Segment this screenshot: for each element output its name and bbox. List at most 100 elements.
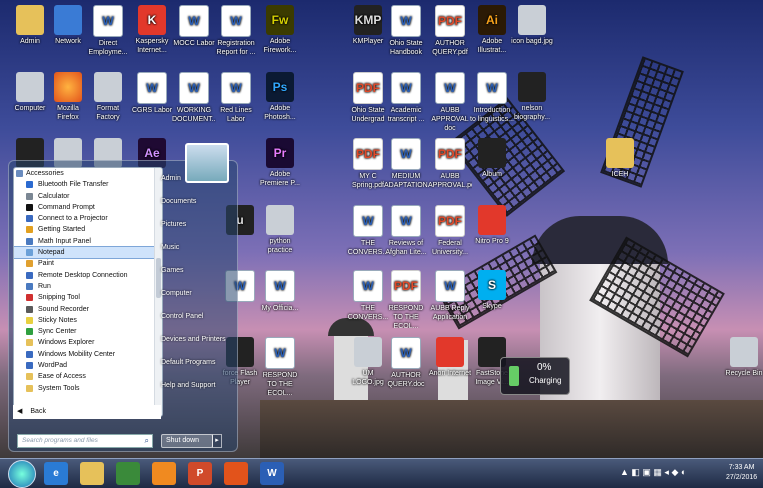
desktop-icon-kaspersky[interactable]: K Kaspersky Internet... bbox=[130, 5, 174, 63]
program-item[interactable]: Sticky Notes bbox=[14, 315, 162, 326]
desktop-icon-respond[interactable]: PDF RESPOND TO THE ECOL... bbox=[384, 270, 428, 328]
start-right-item[interactable]: Music bbox=[161, 236, 233, 259]
shutdown-button[interactable]: Shut down ▸ bbox=[161, 434, 222, 448]
program-item[interactable]: Getting Started bbox=[14, 224, 162, 235]
clock[interactable]: 7:33 AM 27/2/2016 bbox=[726, 463, 757, 483]
start-right-item[interactable]: Documents bbox=[161, 190, 233, 213]
program-item[interactable]: Paint bbox=[14, 258, 162, 269]
program-icon bbox=[26, 384, 33, 392]
desktop-icon-respond2[interactable]: W RESPOND TO THE ECOL... bbox=[258, 337, 302, 395]
program-icon bbox=[26, 294, 33, 302]
start-right-item[interactable]: Default Programs bbox=[161, 351, 233, 374]
charging-label: Charging bbox=[529, 376, 562, 385]
program-item[interactable]: Bluetooth File Transfer bbox=[14, 179, 162, 190]
program-item[interactable]: Snipping Tool bbox=[14, 292, 162, 303]
back-button[interactable]: ◀ Back bbox=[13, 405, 161, 419]
desktop-icon-photoshop[interactable]: Ps Adobe Photosh... bbox=[258, 72, 302, 130]
desktop-icon-nitro[interactable]: Nitro Pro 9 bbox=[470, 205, 514, 263]
program-item[interactable]: Math Input Panel bbox=[14, 236, 162, 247]
taskbar-word-button[interactable]: W bbox=[260, 462, 284, 485]
search-programs-input[interactable]: Search programs and files ⌕ bbox=[17, 434, 153, 448]
desktop-icon-label: AUBB APPROVAL.pdf bbox=[428, 173, 472, 189]
desktop-icon-illustrator[interactable]: Ai Adobe Illustrat... bbox=[470, 5, 514, 63]
desktop-icon-ohiostate[interactable]: W Ohio State Handbook bbox=[384, 5, 428, 63]
program-item[interactable]: Command Prompt bbox=[14, 202, 162, 213]
start-right-item[interactable]: Pictures bbox=[161, 213, 233, 236]
desktop-icon-python[interactable]: python practice bbox=[258, 205, 302, 263]
aubb-icon: W bbox=[435, 72, 465, 104]
program-label: Math Input Panel bbox=[38, 237, 91, 245]
bagdjpg-icon bbox=[518, 5, 546, 35]
desktop-icon-iceh[interactable]: ICEH bbox=[598, 138, 642, 196]
program-item[interactable]: Sync Center bbox=[14, 326, 162, 337]
shutdown-options-arrow-icon[interactable]: ▸ bbox=[212, 434, 222, 448]
desktop-icon-album[interactable]: Album bbox=[470, 138, 514, 196]
desktop-icon-bagdjpg[interactable]: icon bagd.jpg bbox=[510, 5, 554, 63]
desktop-icon-label: Format Factory bbox=[96, 105, 120, 121]
desktop-icon-anonwhat[interactable]: Anon Internet bbox=[428, 337, 472, 395]
taskbar-powerpoint-button[interactable]: P bbox=[188, 462, 212, 485]
program-item[interactable]: Windows Mobility Center bbox=[14, 349, 162, 360]
program-item[interactable]: Notepad bbox=[14, 246, 162, 260]
start-right-item[interactable]: Control Panel bbox=[161, 305, 233, 328]
desktop-icon-author2[interactable]: W AUTHOR QUERY.doc bbox=[384, 337, 428, 395]
system-tray[interactable]: ▲ ◧ ▣ ▦ ◂ ◆ ◐ bbox=[620, 467, 686, 478]
program-item[interactable]: Windows Explorer bbox=[14, 337, 162, 348]
start-right-item[interactable]: Admin bbox=[161, 167, 233, 190]
desktop-icon-introduction[interactable]: W Introduction to linguistics... bbox=[470, 72, 514, 130]
desktop-icon-premiere[interactable]: Pr Adobe Premiere P... bbox=[258, 138, 302, 196]
umlogo-icon bbox=[354, 337, 382, 367]
desktop-icon-author[interactable]: PDF AUTHOR QUERY.pdf bbox=[428, 5, 472, 63]
program-item[interactable]: Ease of Access bbox=[14, 371, 162, 382]
taskbar-firefox-button[interactable] bbox=[224, 462, 248, 485]
desktop-icon-firefox[interactable]: Mozilla Firefox bbox=[46, 72, 90, 130]
program-item[interactable]: System Tools bbox=[14, 383, 162, 394]
start-right-item[interactable]: Computer bbox=[161, 282, 233, 305]
desktop-icon-registration[interactable]: W Registration Report for ... bbox=[214, 5, 258, 63]
start-button[interactable] bbox=[8, 460, 36, 488]
start-right-item[interactable]: Help and Support bbox=[161, 374, 233, 397]
desktop-icon-network[interactable]: Network bbox=[46, 5, 90, 63]
program-item[interactable]: WordPad bbox=[14, 360, 162, 371]
program-item[interactable]: Calculator bbox=[14, 191, 162, 202]
myc-icon: PDF bbox=[353, 138, 383, 170]
desktop-icon-label: Network bbox=[55, 38, 81, 45]
program-item[interactable]: Remote Desktop Connection bbox=[14, 270, 162, 281]
start-right-item[interactable]: Devices and Printers bbox=[161, 328, 233, 351]
desktop-icon-federal[interactable]: PDF Federal University... bbox=[428, 205, 472, 263]
taskbar-ie-button[interactable]: e bbox=[44, 462, 68, 485]
program-item[interactable]: Accessories bbox=[14, 168, 162, 179]
desktop-icon-skype[interactable]: S Skype bbox=[470, 270, 514, 328]
desktop-icon-direct[interactable]: W Direct Employme... bbox=[86, 5, 130, 63]
battery-charging-gadget[interactable]: 0% Charging bbox=[500, 357, 570, 395]
desktop-icon-cgrs[interactable]: W CGRS Labor bbox=[130, 72, 174, 130]
program-item[interactable]: Connect to a Projector bbox=[14, 213, 162, 224]
desktop-icon-aubbreply[interactable]: W AUBB Reply Application bbox=[428, 270, 472, 328]
desktop-icon-aubb[interactable]: W AUBB APPROVAL doc bbox=[428, 72, 472, 130]
desktop-icon-redlines[interactable]: W Red Lines Labor bbox=[214, 72, 258, 130]
taskbar-explorer-button[interactable] bbox=[80, 462, 104, 485]
desktop-icon-label: Registration Report for ... bbox=[216, 40, 256, 56]
program-label: Ease of Access bbox=[38, 373, 86, 381]
program-item[interactable]: Run bbox=[14, 281, 162, 292]
taskbar-media-button[interactable] bbox=[116, 462, 140, 485]
desktop-icon-fireworks[interactable]: Fw Adobe Firework... bbox=[258, 5, 302, 63]
program-icon bbox=[26, 237, 33, 245]
desktop-icon-myofficial[interactable]: W My Officia... bbox=[258, 270, 302, 328]
program-icon bbox=[26, 373, 33, 381]
taskbar-vlc-button[interactable] bbox=[152, 462, 176, 485]
desktop-icon-reviews[interactable]: W Reviews of Afghan Lite... bbox=[384, 205, 428, 263]
start-right-item[interactable]: Games bbox=[161, 259, 233, 282]
desktop-icon-recycle[interactable]: Recycle Bin bbox=[722, 337, 763, 395]
desktop-icon-mocclabor[interactable]: W MOCC Labor bbox=[172, 5, 216, 63]
the1-icon: W bbox=[353, 205, 383, 237]
desktop-icon-aubbpdf[interactable]: PDF AUBB APPROVAL.pdf bbox=[428, 138, 472, 196]
desktop-icon-medium[interactable]: W MEDIUM ADAPTATION... bbox=[384, 138, 428, 196]
program-item[interactable]: Sound Recorder bbox=[14, 304, 162, 315]
registration-icon: W bbox=[221, 5, 251, 37]
aubbpdf-icon: PDF bbox=[435, 138, 465, 170]
desktop-icon-academic[interactable]: W Academic transcript ... bbox=[384, 72, 428, 130]
desktop-icon-nelson[interactable]: nelson biography... bbox=[510, 72, 554, 130]
desktop-icon-working[interactable]: W WORKING DOCUMENT... bbox=[172, 72, 216, 130]
desktop-icon-format[interactable]: Format Factory bbox=[86, 72, 130, 130]
